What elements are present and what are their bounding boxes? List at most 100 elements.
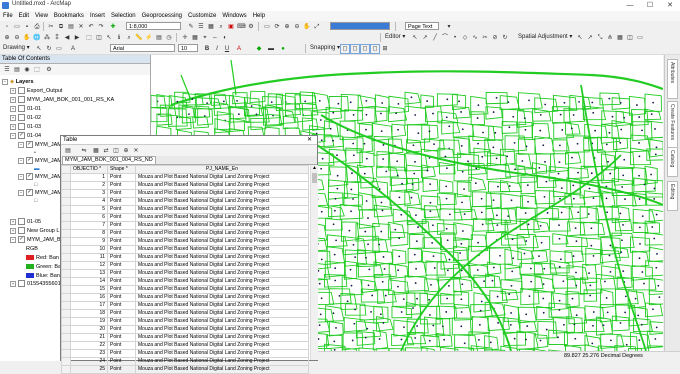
toc-layer-item[interactable]: − ◈ Layers — [2, 78, 34, 86]
table-vertical-scrollbar[interactable]: ▲ — [310, 165, 318, 360]
options-icon[interactable]: ⚙ — [44, 65, 54, 75]
menu-geoprocessing[interactable]: Geoprocessing — [139, 11, 185, 21]
expand-toggle-icon[interactable]: − — [10, 236, 16, 243]
table-row[interactable]: 2 Point Mouza and Plot Based National Digi… — [61, 181, 309, 190]
fixed-zoom-out-icon[interactable]: ⁑ — [52, 33, 62, 43]
time-slider-icon[interactable]: ◷ — [164, 33, 174, 43]
tab-editing[interactable]: Editing — [667, 181, 678, 211]
layout-tool-icon[interactable]: ▦ — [190, 33, 200, 43]
expand-toggle-icon[interactable]: + — [10, 114, 16, 121]
row-selector[interactable] — [61, 253, 71, 262]
menu-edit[interactable]: Edit — [16, 11, 32, 21]
swipe-icon[interactable]: ⇔ — [210, 33, 220, 43]
menu-help[interactable]: Help — [250, 11, 268, 21]
menu-view[interactable]: View — [32, 11, 51, 21]
menu-bookmarks[interactable]: Bookmarks — [51, 11, 87, 21]
table-close-icon[interactable]: ✕ — [307, 136, 312, 145]
toc-layer-item[interactable]: + MYM_JAM_BOK_001_001_RS_KA — [10, 96, 114, 104]
menu-insert[interactable]: Insert — [87, 11, 108, 21]
whole-page-icon[interactable]: ⤢ — [312, 22, 322, 32]
undo-icon[interactable]: ↶ — [86, 22, 96, 32]
row-selector[interactable] — [61, 261, 71, 270]
row-selector[interactable] — [61, 333, 71, 342]
menu-selection[interactable]: Selection — [108, 11, 139, 21]
visibility-checkbox[interactable]: ✓ — [26, 157, 33, 165]
link-table-icon[interactable]: ▦ — [615, 33, 625, 43]
table-row[interactable]: 5 Point Mouza and Plot Based National Digi… — [61, 205, 309, 214]
select-features-icon[interactable]: ⬚ — [84, 33, 94, 43]
underline-button[interactable]: U — [222, 44, 232, 54]
row-selector[interactable] — [61, 181, 71, 190]
scale-combo[interactable]: 1:8,000 — [126, 22, 181, 30]
visibility-checkbox[interactable] — [18, 123, 25, 131]
visibility-checkbox[interactable] — [18, 280, 25, 288]
toc-layer-item[interactable]: + Export_Output — [10, 87, 62, 95]
row-selector[interactable] — [61, 317, 71, 326]
new-link-icon[interactable]: ↗ — [585, 33, 595, 43]
list-by-selection-icon[interactable]: ⬚ — [32, 65, 42, 75]
marker-color-icon[interactable]: ● — [278, 44, 288, 54]
row-selector[interactable] — [61, 197, 71, 206]
edge-snap-icon[interactable]: ◻ — [370, 44, 380, 54]
drawing-menu[interactable]: Drawing ▾ — [3, 43, 30, 54]
html-popup-icon[interactable]: ▤ — [154, 33, 164, 43]
point-icon[interactable]: • — [450, 33, 460, 43]
table-row[interactable]: 9 Point Mouza and Plot Based National Digi… — [61, 237, 309, 246]
table-row[interactable]: 4 Point Mouza and Plot Based National Digi… — [61, 197, 309, 206]
visibility-checkbox[interactable]: ✓ — [26, 173, 33, 181]
table-row[interactable]: 7 Point Mouza and Plot Based National Digi… — [61, 221, 309, 230]
end-snap-icon[interactable]: ◻ — [350, 44, 360, 54]
select-elements-icon[interactable]: ↖ — [104, 33, 114, 43]
column-header-pj-name[interactable]: PJ_NAME_En — [135, 165, 309, 174]
toc-layer-item[interactable]: − ✓ MYM_JAM_B — [10, 236, 61, 244]
row-selector[interactable] — [61, 341, 71, 350]
toc-layer-item[interactable]: +01-03 — [10, 123, 41, 131]
table-row[interactable]: 12 Point Mouza and Plot Based National Dig… — [61, 261, 309, 270]
reshape-icon[interactable]: ∿ — [470, 33, 480, 43]
toc-layer-item[interactable]: +01554355601 — [10, 280, 61, 288]
menu-customize[interactable]: Customize — [185, 11, 219, 21]
row-selector[interactable] — [61, 237, 71, 246]
zoom-in-icon[interactable]: ⊕ — [2, 33, 12, 43]
table-row[interactable]: 8 Point Mouza and Plot Based National Digi… — [61, 229, 309, 238]
row-selector[interactable] — [61, 357, 71, 366]
row-selector[interactable] — [61, 325, 71, 334]
zoom-in-layout-icon[interactable]: ⊕ — [282, 22, 292, 32]
toc-layer-item[interactable]: + New Group L — [10, 227, 59, 235]
toc-layer-item[interactable]: Red: Ban — [26, 254, 59, 262]
layout-icon[interactable]: ▭ — [262, 22, 272, 32]
table-row[interactable]: 14 Point Mouza and Plot Based National Dig… — [61, 277, 309, 286]
visibility-checkbox[interactable] — [18, 87, 25, 95]
expand-toggle-icon[interactable]: + — [10, 96, 16, 103]
zoom-out-layout-icon[interactable]: ⊖ — [292, 22, 302, 32]
table-row[interactable]: 25 Point Mouza and Plot Based National Dig… — [61, 365, 309, 374]
georef-icon[interactable]: ✛ — [180, 33, 190, 43]
split-icon[interactable]: ⊘ — [490, 33, 500, 43]
edit-tool-icon[interactable]: ↖ — [410, 33, 420, 43]
zoom-combo[interactable] — [330, 22, 390, 30]
visibility-checkbox[interactable]: ✓ — [18, 132, 25, 140]
scroll-thumb[interactable] — [312, 173, 317, 183]
row-selector[interactable] — [61, 309, 71, 318]
table-layer-tab[interactable]: MYM_JAM_BOK_001_004_RS_ND — [62, 156, 156, 164]
table-row[interactable]: 22 Point Mouza and Plot Based National Dig… — [61, 341, 309, 350]
close-button[interactable]: ✕ — [660, 0, 680, 11]
limited-adjust-icon[interactable]: ◫ — [625, 33, 635, 43]
row-selector[interactable] — [61, 189, 71, 198]
preview-icon[interactable]: ▭ — [635, 33, 645, 43]
toc-layer-item[interactable]: +01-01 — [10, 105, 41, 113]
print-icon[interactable]: ⎙ — [32, 22, 42, 32]
table-row[interactable]: 20 Point Mouza and Plot Based National Dig… — [61, 325, 309, 334]
zoom-out-icon[interactable]: ⊖ — [12, 33, 22, 43]
row-selector[interactable] — [61, 213, 71, 222]
toc-layer-item[interactable]: Green: Ban — [26, 263, 64, 271]
table-row[interactable]: 23 Point Mouza and Plot Based National Dig… — [61, 349, 309, 358]
expand-toggle-icon[interactable]: − — [18, 157, 24, 164]
table-row[interactable]: 24 Point Mouza and Plot Based National Dig… — [61, 357, 309, 366]
attribute-table-window[interactable]: Table ✕ ▤ ⇋ ▦ ⇄ ◫ ⊕ ✕ MYM_JAM_BOK_001_00… — [60, 135, 318, 374]
minimize-button[interactable]: — — [620, 0, 640, 11]
expand-toggle-icon[interactable]: − — [2, 78, 8, 85]
row-selector[interactable] — [61, 365, 71, 374]
find-icon[interactable]: ⌕ — [124, 33, 134, 43]
italic-button[interactable]: I — [212, 44, 222, 54]
